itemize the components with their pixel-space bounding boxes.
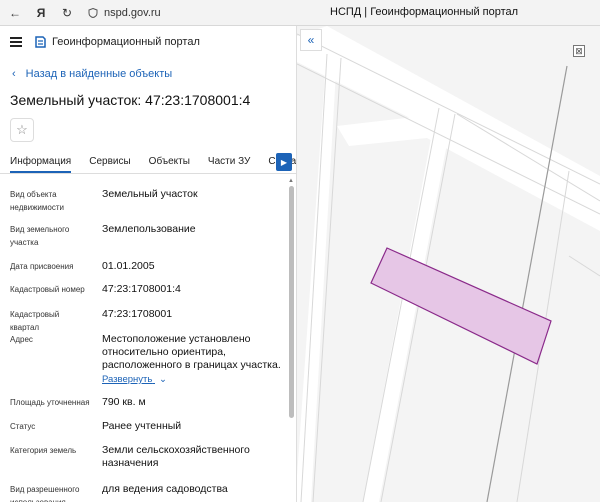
tab-objects[interactable]: Объекты xyxy=(149,152,190,173)
star-icon: ☆ xyxy=(16,122,28,137)
property-label: Категория земель xyxy=(10,446,77,455)
property-label: Вид объекта недвижимости xyxy=(10,190,64,212)
double-chevron-left-icon: « xyxy=(307,33,315,47)
collapse-panel-button[interactable]: « xyxy=(300,29,322,51)
browser-toolbar: ← Я ↻ nspd.gov.ru НСПД | Геоинформационн… xyxy=(0,0,600,26)
property-value: Землепользование xyxy=(102,223,196,235)
property-label: Статус xyxy=(10,422,36,431)
property-value: Земли сельскохозяйственного назначения xyxy=(102,444,250,469)
back-to-results-link[interactable]: ‹ Назад в найденные объекты xyxy=(0,66,296,82)
tab-parts[interactable]: Части ЗУ xyxy=(208,152,250,173)
property-label: Площадь уточненная xyxy=(10,398,90,407)
app-title: Геоинформационный портал xyxy=(52,36,200,48)
property-value: Ранее учтенный xyxy=(102,420,182,432)
map-view[interactable] xyxy=(297,26,600,502)
address-bar[interactable]: nspd.gov.ru xyxy=(88,7,161,19)
expand-address-link[interactable]: Развернуть ⌄ xyxy=(102,374,167,385)
app-header: Геоинформационный портал xyxy=(0,26,296,58)
back-browser-icon[interactable]: ← xyxy=(4,0,26,26)
scrollbar-thumb[interactable] xyxy=(289,186,294,418)
page-title: Земельный участок: 47:23:1708001:4 xyxy=(10,92,251,108)
property-label: Вид разрешенного использования xyxy=(10,485,80,502)
property-label: Дата присвоения xyxy=(10,262,74,271)
property-value: Местоположение установлено относительно … xyxy=(102,333,281,371)
scroll-up-icon[interactable]: ▲ xyxy=(288,178,294,184)
property-value: 47:23:1708001:4 xyxy=(102,283,181,295)
browser-tab-title: НСПД | Геоинформационный портал xyxy=(330,6,519,18)
expand-label: Развернуть xyxy=(102,374,153,385)
shield-icon xyxy=(88,7,98,18)
object-tabs: Информация Сервисы Объекты Части ЗУ Сост… xyxy=(0,152,296,174)
menu-icon[interactable] xyxy=(10,37,22,47)
property-value: Земельный участок xyxy=(102,188,198,200)
property-label: Кадастровый квартал xyxy=(10,310,60,332)
info-panel: Геоинформационный портал ‹ Назад в найде… xyxy=(0,26,297,502)
yandex-icon[interactable]: Я xyxy=(30,0,52,26)
tabs-scroll-right-button[interactable]: ▶ xyxy=(276,153,292,171)
property-label: Адрес xyxy=(10,335,33,344)
chevron-down-icon: ⌄ xyxy=(159,374,167,385)
tab-services[interactable]: Сервисы xyxy=(89,152,130,173)
property-label: Кадастровый номер xyxy=(10,285,85,294)
property-label: Вид земельного участка xyxy=(10,225,70,247)
tab-information[interactable]: Информация xyxy=(10,152,72,173)
property-value: для ведения садоводства xyxy=(102,483,228,495)
property-value: 01.01.2005 xyxy=(102,260,155,272)
portal-logo-icon xyxy=(35,36,46,48)
property-value: 790 кв. м xyxy=(102,396,146,408)
favorite-button[interactable]: ☆ xyxy=(10,118,34,142)
map-tool-icon[interactable]: ⊠ xyxy=(573,45,585,57)
chevron-left-icon: ‹ xyxy=(12,68,16,80)
reload-icon[interactable]: ↻ xyxy=(56,0,78,26)
panel-scrollbar[interactable]: ▲ xyxy=(288,178,295,438)
url-text: nspd.gov.ru xyxy=(104,6,161,19)
back-label: Назад в найденные объекты xyxy=(25,68,173,80)
map-canvas[interactable] xyxy=(297,26,600,502)
property-value: 47:23:1708001 xyxy=(102,308,173,320)
